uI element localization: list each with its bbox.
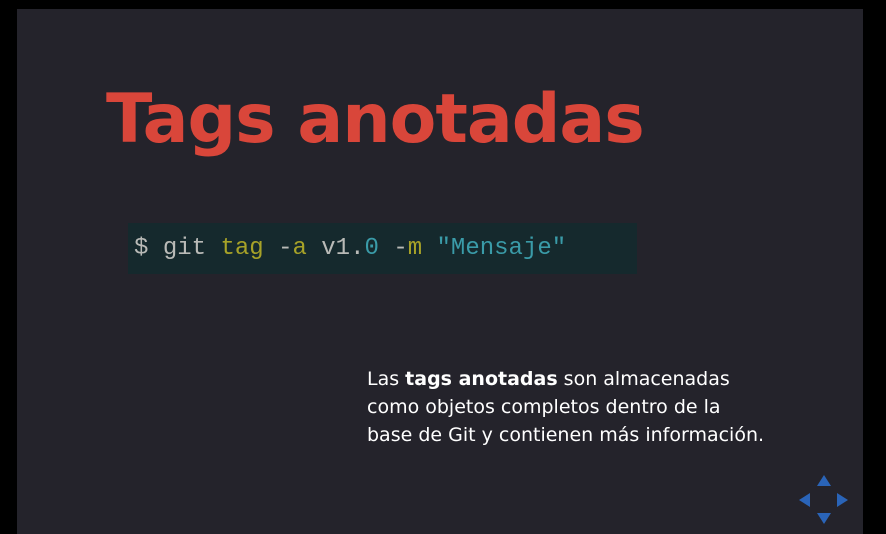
code-version: v1.0 [321,235,379,262]
code-message: "Mensaje" [436,235,567,262]
arrow-up-icon[interactable] [817,475,831,486]
navigation-controls [797,473,851,527]
code-flag-m: -m [393,235,423,262]
code-subcommand: tag [220,235,264,262]
presentation-slide: Tags anotadas $ git tag -a v1.0 -m "Mens… [17,9,863,534]
code-flag-a: -a [278,235,307,262]
code-prompt: $ [134,235,149,262]
slide-description: Las tags anotadas son almacenadas como o… [367,365,767,449]
arrow-down-icon[interactable] [817,513,831,524]
code-block: $ git tag -a v1.0 -m "Mensaje" [128,223,637,274]
arrow-right-icon[interactable] [837,493,848,507]
slide-title: Tags anotadas [106,80,645,159]
arrow-left-icon[interactable] [799,493,810,507]
code-command: git [162,235,207,262]
description-bold: tags anotadas [405,368,558,390]
description-prefix: Las [367,368,406,390]
